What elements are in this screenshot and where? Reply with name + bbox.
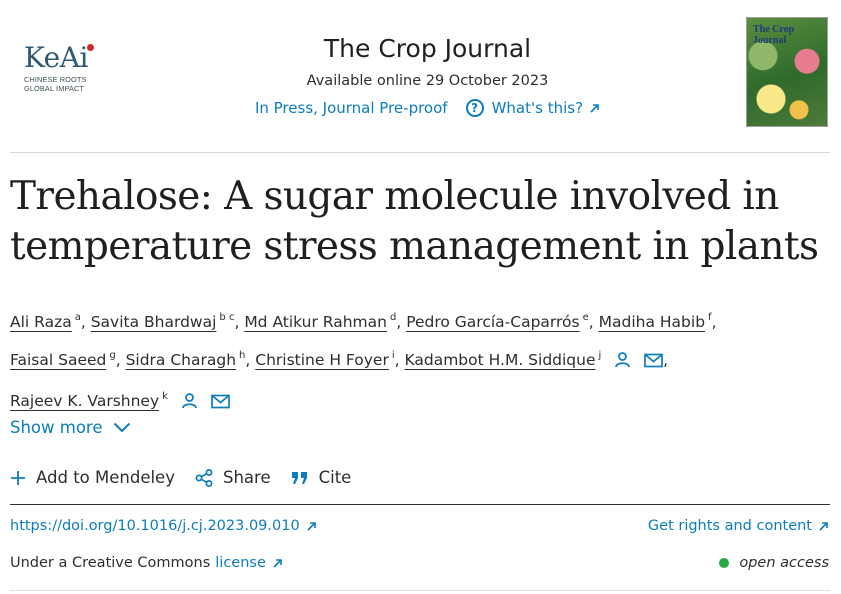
article-title: Trehalose: A sugar molecule involved in … [10,174,819,269]
affiliation-marker: a [74,312,81,323]
whats-this-label: What's this? [491,99,584,117]
quote-icon [291,471,307,484]
share-label: Share [222,468,271,487]
share-button[interactable]: Share [195,468,271,487]
affiliation-marker: e [582,312,589,323]
license-link[interactable]: license [215,555,283,571]
author-link[interactable]: Pedro García-Caparrós [406,313,579,331]
author-list: Ali Raza a, Savita Bhardwaj b c, Md Atikur… [10,301,830,421]
author-link[interactable]: Rajeev K. Varshney [10,392,159,410]
affiliation-marker: b c [219,312,235,323]
person-icon[interactable] [181,388,198,421]
question-icon[interactable]: ? [465,99,484,117]
doi-divider [10,504,830,505]
plus-icon [11,470,25,485]
rights-label: Get rights and content [647,518,812,534]
external-link-icon [273,558,282,568]
cover-title: The Crop Journal [753,24,795,46]
affiliation-marker: j [598,350,602,361]
cite-button[interactable]: Cite [291,468,352,487]
author-link[interactable]: Faisal Saeed [10,351,106,369]
affiliation-marker: d [389,312,397,323]
affiliation-marker: g [109,350,116,361]
footer-divider [10,590,830,591]
license-statement: Under a Creative Commons license [10,555,283,571]
get-rights-link[interactable]: Get rights and content [648,518,829,534]
keai-tagline: CHINESE ROOTS GLOBAL IMPACT [24,75,104,93]
keai-tagline-line-1: CHINESE ROOTS [24,75,87,84]
author-link[interactable]: Sidra Charagh [126,351,236,369]
mendeley-label: Add to Mendeley [36,468,175,487]
license-link-label: license [215,555,266,571]
in-press-link[interactable]: In Press, Journal Pre-proof [255,97,448,119]
keai-logo[interactable]: KeAi CHINESE ROOTS GLOBAL IMPACT [24,44,104,93]
journal-cover-image[interactable]: The Crop Journal [746,17,828,127]
journal-header: The Crop Journal Available online 29 Oct… [170,33,685,119]
cite-label: Cite [318,468,352,487]
author-link[interactable]: Savita Bhardwaj [91,313,217,331]
affiliation-marker: k [162,391,168,402]
author-link[interactable]: Madiha Habib [599,313,705,331]
show-more-button[interactable]: Show more [10,418,131,437]
keai-tagline-line-2: GLOBAL IMPACT [24,84,85,93]
share-icon [195,468,213,487]
header-divider [10,152,830,153]
whats-this-link[interactable]: What's this? [492,97,600,119]
article-actions: Add to Mendeley Share Cite [10,468,371,487]
person-icon[interactable] [614,347,631,380]
show-more-label: Show more [10,418,103,437]
license-prefix: Under a Creative Commons [10,555,211,571]
add-to-mendeley-button[interactable]: Add to Mendeley [10,468,175,487]
external-link-icon [307,521,316,531]
doi-link[interactable]: https://doi.org/10.1016/j.cj.2023.09.010 [10,518,317,534]
external-link-icon [819,521,828,531]
affiliation-marker: i [391,350,395,361]
author-link[interactable]: Ali Raza [10,313,72,331]
availability-date: Available online 29 October 2023 [306,73,549,89]
keai-logo-dot [87,44,94,51]
mail-icon[interactable] [210,388,230,421]
mail-icon[interactable] [644,347,664,380]
open-access-label: open access [739,555,829,571]
doi-text: https://doi.org/10.1016/j.cj.2023.09.010 [10,518,300,534]
author-link[interactable]: Christine H Foyer [255,351,389,369]
journal-status-row: In Press, Journal Pre-proof ? What's thi… [170,97,685,119]
author-link[interactable]: Md Atikur Rahman [244,313,387,331]
open-access-dot-icon [719,558,730,568]
open-access-badge: open access [719,555,829,571]
author-link[interactable]: Kadambot H.M. Siddique [404,351,595,369]
chevron-down-icon [113,422,130,433]
affiliation-marker: f [708,312,712,323]
external-link-icon [590,103,599,113]
journal-title[interactable]: The Crop Journal [170,33,685,65]
affiliation-marker: h [239,350,246,361]
